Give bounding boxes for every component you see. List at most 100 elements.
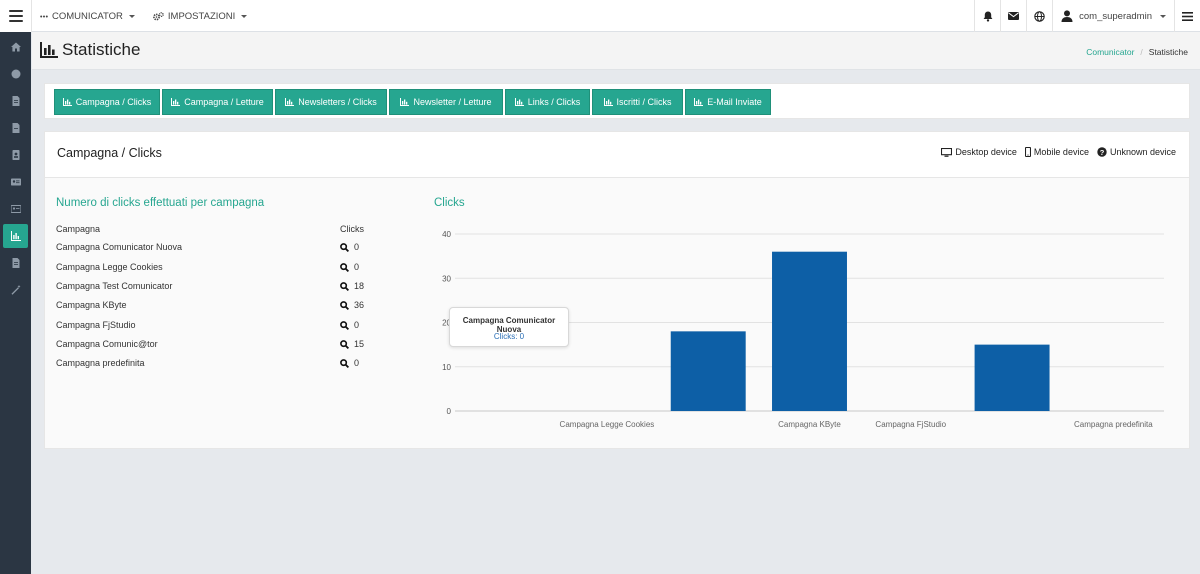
breadcrumb: Comunicator / Statistiche	[1086, 47, 1188, 57]
device-unknown[interactable]: ? Unknown device	[1097, 147, 1176, 157]
bar-chart-icon	[10, 231, 21, 241]
tab-links-clicks[interactable]: Links / Clicks	[505, 89, 590, 115]
envelope-icon	[1008, 12, 1020, 20]
caret-down-icon	[1160, 14, 1166, 18]
y-tick-label: 0	[447, 407, 452, 416]
breadcrumb-link-comunicator[interactable]: Comunicator	[1086, 47, 1134, 57]
campaign-name: Campagna Comunicator Nuova	[56, 242, 183, 252]
bar-chart-icon	[62, 98, 72, 106]
device-legend: Desktop device Mobile device ? Unknown d…	[941, 147, 1176, 157]
column-header-campagna: Campagna	[56, 224, 101, 234]
file-text-icon	[12, 96, 19, 106]
tab-campagna-letture[interactable]: Campagna / Letture	[162, 89, 273, 115]
sidebar-item-contacts[interactable]	[3, 143, 28, 167]
click-count: 15	[354, 339, 365, 349]
campaign-name: Campagna Legge Cookies	[56, 262, 163, 272]
bar-chart-icon	[171, 98, 181, 106]
breadcrumb-separator: /	[1140, 47, 1143, 57]
table-row: Campagna Comunicator Nuova 0	[56, 242, 366, 258]
sidebar-item-reports[interactable]	[3, 251, 28, 275]
file-text-icon	[12, 258, 19, 268]
device-unknown-label: Unknown device	[1109, 147, 1176, 157]
tab-label: Campagna / Letture	[184, 97, 264, 107]
bar-chart-icon	[400, 98, 410, 106]
tab-label: Links / Clicks	[527, 97, 581, 107]
sidebar-item-dashboard[interactable]	[3, 62, 28, 86]
bar-chart-icon	[694, 98, 704, 106]
quick-sidebar-toggle[interactable]	[1174, 0, 1200, 32]
menu-impostazioni[interactable]: IMPOSTAZIONI	[153, 11, 248, 22]
top-navbar: COMUNICATOR IMPOSTAZIONI com_superadmin	[0, 0, 1200, 32]
x-tick-label: Campagna KByte	[778, 420, 841, 429]
device-desktop-label: Desktop device	[955, 147, 1017, 157]
sidebar-item-tools[interactable]	[3, 278, 28, 302]
panel-header: Campagna / Clicks Desktop device Mobile …	[45, 132, 1189, 178]
column-header-clicks: Clicks	[340, 224, 364, 234]
question-circle-icon: ?	[1097, 147, 1107, 157]
search-icon[interactable]	[340, 320, 349, 330]
file-icon	[12, 123, 19, 133]
sidebar-item-statistics[interactable]	[3, 224, 28, 248]
tooltip-value: Clicks: 0	[493, 332, 525, 341]
campaign-name: Campagna Test Comunicator	[56, 281, 173, 291]
bar	[974, 344, 1050, 411]
search-icon[interactable]	[340, 358, 349, 368]
caret-down-icon	[128, 14, 135, 18]
menu-comunicator-label: COMUNICATOR	[52, 10, 123, 22]
table-header-row: Campagna Clicks	[56, 224, 366, 240]
tab-label: Campagna / Clicks	[75, 97, 152, 107]
tab-campagna-clicks[interactable]: Campagna / Clicks	[54, 89, 160, 115]
table-row: Campagna Test Comunicator 18	[56, 281, 366, 297]
sidebar-item-documents[interactable]	[3, 89, 28, 113]
magic-wand-icon	[11, 285, 20, 295]
search-icon[interactable]	[340, 300, 349, 310]
menu-comunicator[interactable]: COMUNICATOR	[40, 11, 135, 22]
user-menu[interactable]: com_superadmin	[1052, 0, 1174, 32]
stat-tabs-panel: Campagna / Clicks Campagna / Letture New…	[44, 83, 1190, 119]
campaign-name: Campagna predefinita	[56, 358, 145, 368]
sidebar-item-home[interactable]	[3, 35, 28, 59]
tab-label: Newsletter / Letture	[413, 97, 492, 107]
device-mobile[interactable]: Mobile device	[1024, 147, 1089, 157]
search-icon[interactable]	[340, 281, 349, 291]
chart-title: Clicks	[434, 197, 465, 209]
caret-down-icon	[241, 14, 248, 18]
x-tick-label: Campagna predefinita	[1074, 420, 1153, 429]
search-icon[interactable]	[340, 262, 349, 272]
notifications-button[interactable]	[974, 0, 1000, 32]
table-row: Campagna Comunic@tor 15	[56, 339, 366, 355]
tab-email-inviate[interactable]: E-Mail Inviate	[685, 89, 771, 115]
page-title-text: Statistiche	[62, 40, 141, 59]
messages-button[interactable]	[1000, 0, 1026, 32]
search-icon[interactable]	[340, 339, 349, 349]
dots-icon	[40, 15, 48, 17]
click-count: 36	[354, 300, 365, 310]
tab-label: E-Mail Inviate	[707, 97, 762, 107]
x-tick-label: Campagna FjStudio	[875, 420, 946, 429]
y-tick-label: 40	[442, 230, 451, 239]
sidebar-item-profiles[interactable]	[3, 197, 28, 221]
tab-label: Newsletters / Clicks	[298, 97, 377, 107]
campaign-name: Campagna Comunic@tor	[56, 339, 158, 349]
sidebar-item-cards[interactable]	[3, 170, 28, 194]
hamburger-menu-button[interactable]	[0, 0, 32, 32]
y-tick-label: 10	[442, 363, 451, 372]
language-button[interactable]	[1026, 0, 1052, 32]
click-count: 0	[354, 320, 360, 330]
sidebar-item-newsletters[interactable]	[3, 116, 28, 140]
bar	[670, 331, 746, 411]
globe-icon	[1034, 10, 1045, 22]
click-count: 0	[354, 358, 360, 368]
device-mobile-label: Mobile device	[1033, 147, 1089, 157]
cogs-icon	[153, 11, 164, 20]
x-tick-label: Campagna Legge Cookies	[560, 420, 655, 429]
bar-chart-icon	[285, 98, 295, 106]
tab-label: Iscritti / Clicks	[616, 97, 672, 107]
device-desktop[interactable]: Desktop device	[941, 147, 1017, 157]
user-icon	[1061, 10, 1073, 22]
table-row: Campagna Legge Cookies 0	[56, 262, 366, 278]
search-icon[interactable]	[340, 242, 349, 252]
tab-newsletter-letture[interactable]: Newsletter / Letture	[389, 89, 503, 115]
tab-newsletters-clicks[interactable]: Newsletters / Clicks	[275, 89, 387, 115]
tab-iscritti-clicks[interactable]: Iscritti / Clicks	[592, 89, 683, 115]
